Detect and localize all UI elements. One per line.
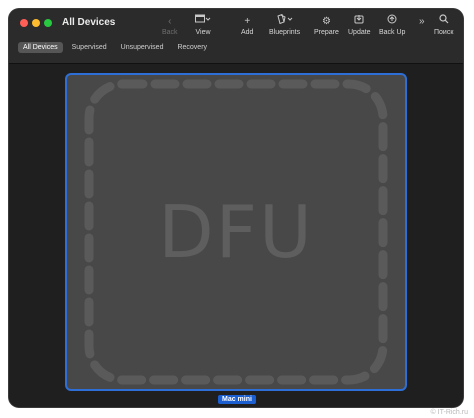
- add-button[interactable]: + Add: [241, 14, 253, 44]
- titlebar: All Devices ‹ Back View + Add Blueprints…: [9, 9, 463, 64]
- device-tile-selected[interactable]: DFU: [65, 73, 407, 391]
- window-title: All Devices: [62, 17, 116, 28]
- plus-icon: +: [244, 16, 251, 27]
- close-window-button[interactable]: [20, 19, 28, 27]
- zoom-window-button[interactable]: [44, 19, 52, 27]
- watermark: © IT-Rich.ru: [430, 409, 468, 416]
- update-button[interactable]: Update: [348, 14, 371, 44]
- search-icon: [439, 14, 449, 29]
- more-chevrons-icon: »: [419, 16, 425, 27]
- app-window: All Devices ‹ Back View + Add Blueprints…: [9, 9, 463, 407]
- more-toolbar-button[interactable]: »: [419, 14, 425, 44]
- chevron-left-icon: ‹: [168, 16, 172, 27]
- gear-icon: ⚙: [321, 16, 331, 27]
- backup-icon: [387, 14, 397, 29]
- dfu-status-text: DFU: [158, 190, 314, 274]
- tab-unsupervised[interactable]: Unsupervised: [116, 42, 169, 53]
- back-button[interactable]: ‹ Back: [162, 14, 178, 44]
- view-icon: [195, 14, 211, 29]
- search-button[interactable]: Поиск: [434, 14, 453, 44]
- prepare-button[interactable]: ⚙ Prepare: [314, 14, 339, 44]
- devices-area: DFU Mac mini: [9, 64, 463, 407]
- view-button[interactable]: View: [195, 14, 211, 44]
- filter-tabs: All Devices Supervised Unsupervised Reco…: [18, 42, 212, 53]
- tab-supervised[interactable]: Supervised: [67, 42, 112, 53]
- tab-all-devices[interactable]: All Devices: [18, 42, 63, 53]
- device-name-label[interactable]: Mac mini: [218, 395, 256, 404]
- update-icon: [354, 14, 364, 29]
- backup-button[interactable]: Back Up: [379, 14, 405, 44]
- blueprints-icon: [276, 13, 294, 29]
- minimize-window-button[interactable]: [32, 19, 40, 27]
- tab-recovery[interactable]: Recovery: [172, 42, 212, 53]
- blueprints-button[interactable]: Blueprints: [269, 13, 300, 44]
